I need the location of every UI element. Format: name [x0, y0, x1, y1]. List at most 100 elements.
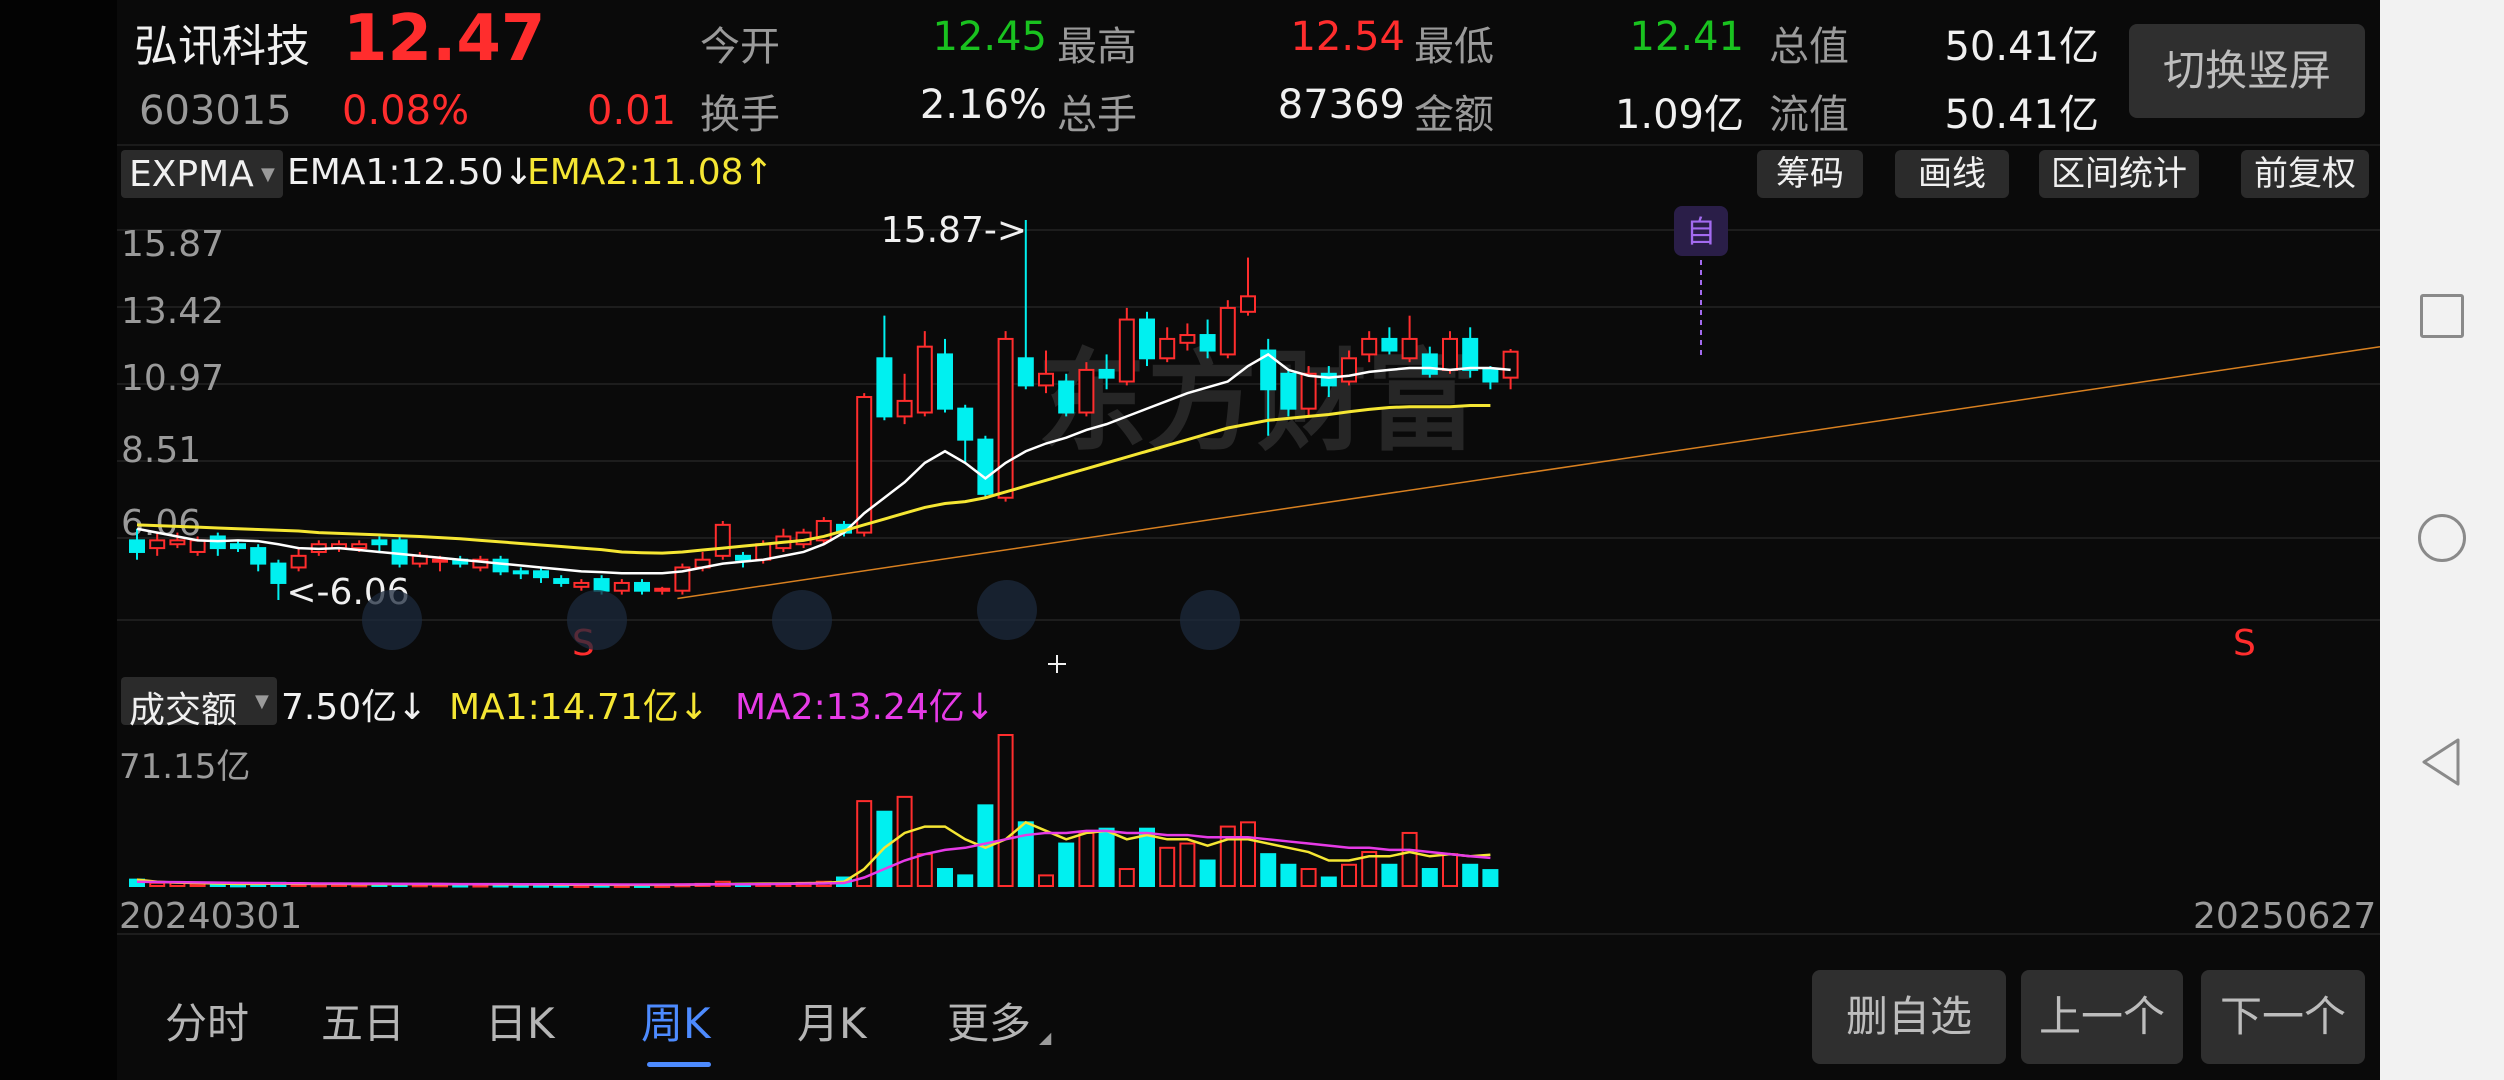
candle-body [230, 543, 246, 550]
ema2-legend: EMA2:11.08↑ [527, 152, 774, 193]
volume-bar [1219, 825, 1236, 887]
signal-marker [362, 590, 422, 650]
signal-marker [772, 590, 832, 650]
delete-watchlist-button[interactable]: 删自选 [1812, 970, 2006, 1064]
indicator-name: EXPMA [129, 154, 254, 195]
candle-body [169, 539, 186, 546]
candle-body [573, 581, 590, 588]
volume-bar [937, 868, 953, 888]
low-value: 12.41 [1629, 14, 1744, 60]
volume-bar [1462, 863, 1479, 887]
volume-bar [896, 795, 913, 888]
candle-body [937, 353, 953, 410]
volume-bar [1098, 827, 1115, 888]
volume-bar [1341, 863, 1357, 887]
open-label: 今开 [700, 24, 780, 70]
candle-body [1139, 318, 1155, 360]
volume-bar [1381, 863, 1398, 887]
left-margin [0, 0, 117, 1080]
volume-bar [1240, 821, 1256, 887]
candle-body [1462, 337, 1479, 371]
candle-body [1320, 372, 1337, 387]
volume-bar [1260, 853, 1277, 887]
candle-body [129, 539, 145, 553]
tab-more[interactable]: 更多 [947, 990, 1031, 1051]
header-divider [117, 144, 2380, 146]
dropdown-caret-icon: ▼ [261, 164, 275, 185]
end-date: 20250627 [2193, 896, 2377, 937]
volume-bar [1280, 863, 1297, 887]
chips-button[interactable]: 筹码 [1757, 150, 1863, 198]
volume-bar [1199, 859, 1216, 887]
tab-intraday[interactable]: 分时 [165, 990, 249, 1051]
kline-chart[interactable]: 东方财富 15.8713.4210.978.516.06 15.87-><-6.… [117, 200, 2380, 950]
volume-bar [1118, 868, 1135, 888]
volume-bar [1038, 874, 1054, 887]
candle-body [1199, 334, 1216, 352]
draw-line-button[interactable]: 画线 [1895, 150, 2009, 198]
candle-body [1442, 337, 1458, 371]
volume-bar [1078, 831, 1095, 887]
price-axis-label: 15.87 [121, 224, 224, 265]
signal-marker [977, 580, 1037, 640]
more-corner-icon: ◢ [1039, 1028, 1052, 1047]
candle-body [997, 337, 1014, 499]
last-price: 12.47 [343, 2, 546, 76]
candle-body [916, 345, 933, 414]
amount-value: 1.09亿 [1614, 92, 1744, 138]
candle-body [391, 539, 408, 565]
home-icon[interactable] [2418, 514, 2466, 562]
candle-body [512, 570, 529, 575]
tab-weekly-k[interactable]: 周K [641, 990, 711, 1051]
candle-body [876, 357, 893, 418]
volume-bar [1179, 842, 1196, 887]
candle-body [1482, 368, 1499, 383]
next-stock-button[interactable]: 下一个 [2201, 970, 2365, 1064]
switch-portrait-button[interactable]: 切换竖屏 [2129, 24, 2365, 118]
volume-indicator-name: 成交额 [129, 690, 238, 731]
volume-ma1-legend: MA1:14.71亿↓ [449, 687, 709, 728]
candle-body [290, 554, 307, 569]
indicator-selector[interactable]: EXPMA ▼ [121, 150, 283, 198]
turnover-value: 2.16% [919, 82, 1047, 128]
market-cap-label: 总值 [1769, 24, 1849, 70]
float-cap-label: 流值 [1769, 92, 1849, 138]
high-label: 最高 [1057, 24, 1137, 70]
amount-label: 金额 [1414, 92, 1494, 138]
candle-body [634, 581, 650, 592]
crosshair-icon [1048, 655, 1066, 673]
volume-indicator-selector[interactable]: 成交额 ▼ [121, 677, 277, 731]
system-navigation-bar [2380, 0, 2504, 1080]
forward-adjust-button[interactable]: 前复权 [2241, 150, 2369, 198]
candle-body [189, 539, 206, 553]
candle-body [1038, 372, 1054, 387]
volume-bar [997, 734, 1014, 887]
previous-stock-button[interactable]: 上一个 [2021, 970, 2183, 1064]
high-marker: 15.87-> [881, 210, 1027, 251]
range-stats-button[interactable]: 区间统计 [2039, 150, 2199, 198]
candle-body [735, 554, 751, 561]
volume-value-legend: 7.50亿↓ [281, 687, 428, 728]
volume-bar [1058, 842, 1075, 887]
recent-apps-icon[interactable] [2420, 294, 2464, 338]
tab-daily-k[interactable]: 日K [485, 990, 555, 1051]
candle-body [492, 558, 509, 573]
active-tab-indicator [647, 1062, 711, 1067]
candle-body [1159, 337, 1176, 360]
tab-monthly-k[interactable]: 月K [797, 990, 867, 1051]
start-date: 20240301 [119, 896, 303, 937]
high-value: 12.54 [1290, 14, 1405, 60]
volume-bar [957, 874, 974, 887]
candle-body [250, 547, 267, 565]
candle-body [896, 399, 913, 418]
candle-body [977, 438, 994, 495]
candle-body [371, 539, 388, 546]
tab-five-day[interactable]: 五日 [321, 990, 405, 1051]
candle-body [613, 581, 630, 592]
stock-name: 弘讯科技 [134, 21, 310, 72]
candle-body [1098, 368, 1115, 379]
back-icon[interactable] [2418, 736, 2464, 788]
candle-body [1361, 337, 1378, 356]
dropdown-caret-icon: ▼ [255, 691, 269, 712]
candle-body [1240, 295, 1256, 313]
